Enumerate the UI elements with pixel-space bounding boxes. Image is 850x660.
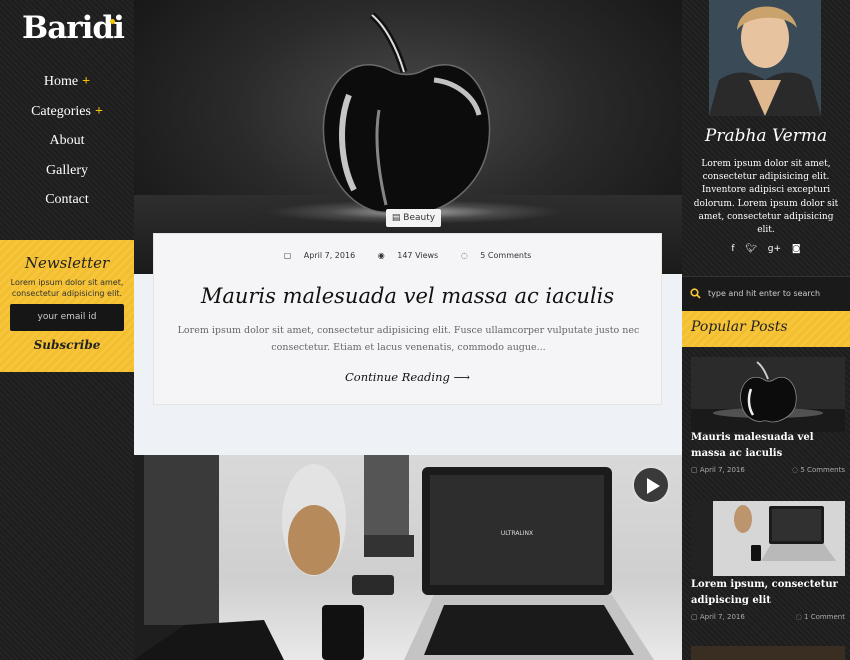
laptop-thumbnail [691, 501, 845, 576]
popular-post-2-date-text: April 7, 2016 [699, 613, 745, 621]
nav-categories[interactable]: Categories + [0, 102, 134, 132]
nav-about-label: About [49, 133, 85, 148]
post-meta: ▢ April 7, 2016 ◉ 147 Views ◌ 5 Comments [154, 251, 661, 260]
arrow-right-icon: ⟶ [453, 370, 471, 384]
popular-post-1-comments-text: 5 Comments [800, 466, 845, 474]
post-date-text: April 7, 2016 [303, 251, 356, 260]
play-icon [647, 478, 660, 494]
popular-post-2-date: ▢ April 7, 2016 [691, 613, 745, 621]
social-links: f 🐦︎ g+ ◙ [682, 244, 850, 254]
post-comments[interactable]: ◌ 5 Comments [456, 251, 537, 260]
post-excerpt: Lorem ipsum dolor sit amet, consectetur … [177, 325, 640, 353]
popular-post-3-image[interactable] [691, 646, 845, 660]
popular-post-1-title[interactable]: Mauris malesuada vel massa ac iaculis [691, 430, 845, 462]
play-button[interactable] [632, 466, 670, 504]
popular-post-1-date-text: April 7, 2016 [699, 466, 745, 474]
popular-post-2-title[interactable]: Lorem ipsum, consectetur adipiscing elit [691, 577, 845, 609]
popular-post-2-comments-text: 1 Comment [804, 613, 845, 621]
nav-about[interactable]: About [0, 131, 134, 161]
apple-thumbnail [691, 357, 845, 432]
nav-home-expand-icon[interactable]: + [82, 74, 90, 89]
search-input[interactable]: type and hit enter to search [708, 289, 820, 298]
popular-post-2-comments[interactable]: ◌ 1 Comment [796, 613, 845, 621]
desk-illustration: ULTRALINX [134, 455, 654, 660]
nav-home[interactable]: Home + [0, 72, 134, 102]
logo-dot [110, 19, 115, 24]
author-name: Prabha Verma [704, 126, 828, 146]
post-title[interactable]: Mauris malesuada vel massa ac iaculis [154, 284, 661, 308]
post-views: ◉ 147 Views [373, 251, 444, 260]
category-label: Beauty [403, 213, 436, 223]
calendar-icon: ▢ [691, 466, 698, 474]
post-date: ▢ April 7, 2016 [279, 251, 360, 260]
search-bar[interactable]: type and hit enter to search [682, 276, 850, 311]
eye-icon: ◉ [377, 251, 385, 260]
continue-reading-link[interactable]: Continue Reading ⟶ [154, 370, 661, 384]
nav-contact[interactable]: Contact [0, 190, 134, 220]
newsletter-title: Newsletter [24, 254, 110, 272]
twitter-icon[interactable]: 🐦︎ [745, 244, 756, 254]
main-nav: Home + Categories + About Gallery Contact [0, 72, 134, 220]
popular-posts-title: Popular Posts [691, 319, 788, 335]
popular-post-1-date: ▢ April 7, 2016 [691, 466, 745, 474]
newsletter-text: Lorem ipsum dolor sit amet, consectetur … [10, 278, 124, 298]
author-bio: Lorem ipsum dolor sit amet, consectetur … [693, 159, 839, 236]
logo-text: Baridi [22, 10, 125, 46]
popular-post-2-image[interactable] [691, 501, 845, 576]
comment-icon: ◌ [792, 466, 799, 474]
popular-posts-header: Popular Posts [682, 311, 850, 347]
newsletter-widget: Newsletter Lorem ipsum dolor sit amet, c… [0, 240, 134, 372]
nav-contact-label: Contact [45, 192, 89, 207]
featured-post-card: ▢ April 7, 2016 ◉ 147 Views ◌ 5 Comments… [153, 233, 662, 405]
continue-reading-label: Continue Reading [345, 370, 450, 384]
facebook-icon[interactable]: f [731, 244, 734, 254]
subscribe-button[interactable]: Subscribe [0, 338, 134, 352]
popular-post-1-image[interactable] [691, 357, 845, 432]
nav-home-label: Home [43, 74, 79, 89]
category-badge[interactable]: ▤ Beauty [386, 209, 441, 227]
left-sidebar: Baridi Home + Categories + About Gallery C… [0, 0, 134, 660]
author-photo [709, 0, 821, 116]
nav-gallery-label: Gallery [46, 162, 88, 178]
nav-gallery[interactable]: Gallery [0, 161, 134, 191]
google-plus-icon[interactable]: g+ [768, 244, 781, 254]
nav-categories-expand-icon[interactable]: + [95, 104, 103, 119]
site-logo[interactable]: Baridi [22, 10, 125, 46]
author-avatar [709, 0, 821, 116]
comment-icon: ◌ [795, 613, 802, 621]
calendar-icon: ▢ [691, 613, 698, 621]
nav-categories-label: Categories [31, 103, 91, 119]
instagram-icon[interactable]: ◙ [792, 244, 801, 254]
newsletter-email-input[interactable]: your email id [10, 304, 124, 331]
comment-icon: ◌ [460, 251, 468, 260]
svg-text:ULTRALINX: ULTRALINX [501, 530, 533, 537]
post-comments-text: 5 Comments [480, 251, 532, 260]
post-views-text: 147 Views [397, 251, 439, 260]
popular-post-1-comments[interactable]: ◌ 5 Comments [792, 466, 845, 474]
calendar-icon: ▢ [283, 251, 292, 260]
folder-icon: ▤ [391, 213, 401, 223]
search-icon [690, 288, 701, 299]
video-post-image[interactable]: ULTRALINX [134, 455, 682, 660]
